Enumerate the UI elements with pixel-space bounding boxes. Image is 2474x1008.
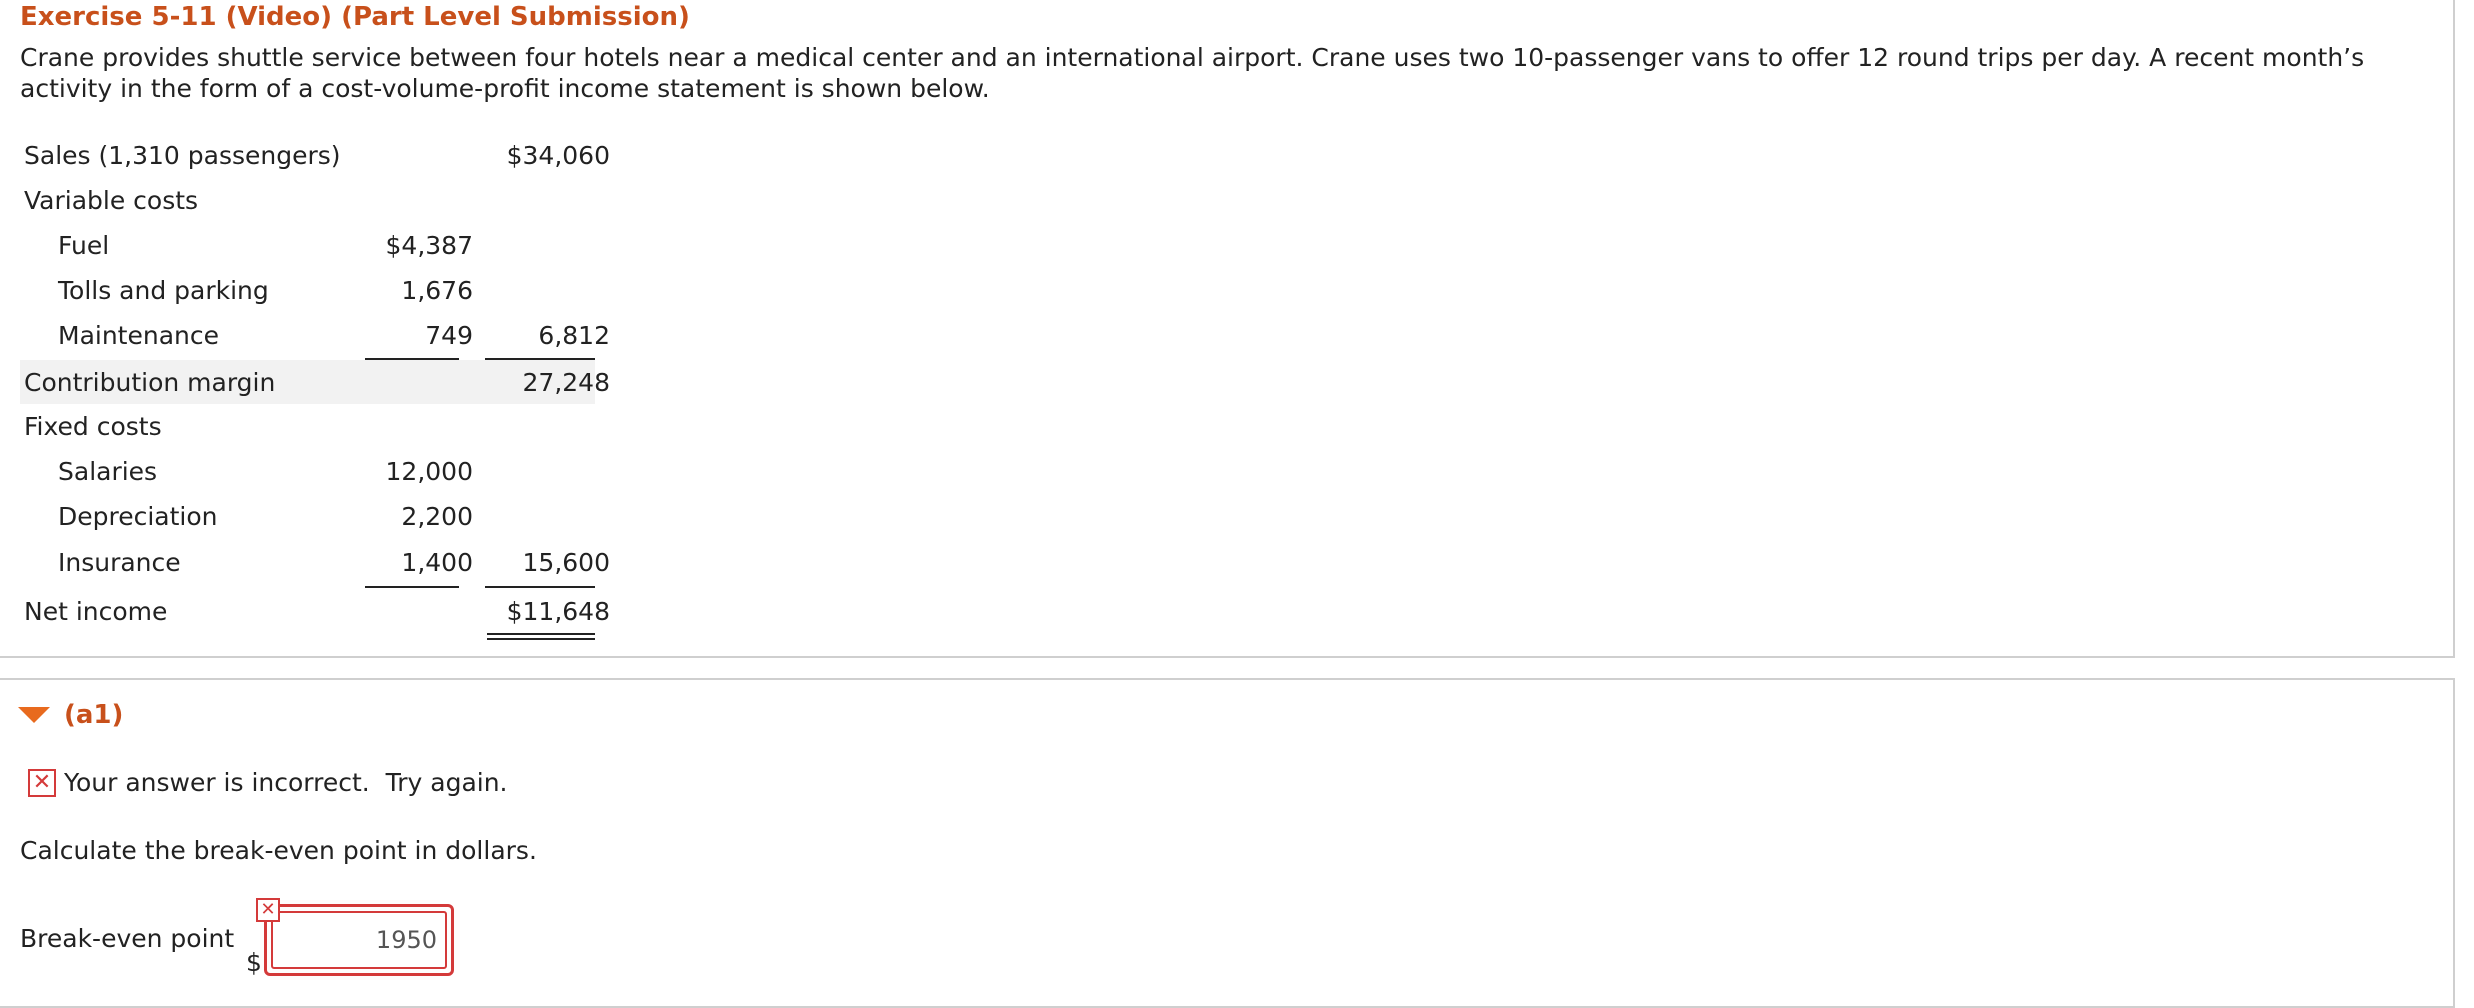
x-icon: ✕ bbox=[28, 768, 56, 797]
row-total: $34,060 bbox=[506, 141, 610, 170]
row-label: Salaries bbox=[58, 457, 158, 486]
statement-row-sales: Sales (1,310 passengers) $34,060 bbox=[20, 133, 610, 177]
row-total: 6,812 bbox=[538, 321, 610, 350]
part-label: (a1) bbox=[64, 700, 124, 730]
total-double-underline bbox=[487, 633, 595, 640]
row-label: Variable costs bbox=[24, 186, 199, 215]
x-icon: ✕ bbox=[256, 898, 280, 922]
break-even-input[interactable] bbox=[273, 913, 445, 967]
statement-row-tolls: Tolls and parking 1,676 bbox=[20, 268, 595, 312]
row-label: Tolls and parking bbox=[58, 276, 269, 305]
answer-feedback: ✕ Your answer is incorrect. Try again. bbox=[28, 768, 508, 797]
statement-row-fixed-costs: Fixed costs bbox=[20, 404, 595, 448]
subtotal-underline bbox=[485, 586, 595, 588]
triangle-down-icon bbox=[18, 707, 50, 723]
row-amount: 12,000 bbox=[385, 457, 473, 486]
statement-row-insurance: Insurance 1,400 15,600 bbox=[20, 540, 610, 584]
subtotal-underline bbox=[365, 586, 459, 588]
currency-symbol: $ bbox=[246, 948, 262, 977]
row-label: Fixed costs bbox=[24, 412, 162, 441]
break-even-input-wrapper bbox=[264, 904, 454, 976]
row-label: Net income bbox=[24, 597, 168, 626]
row-amount: 1,676 bbox=[401, 276, 473, 305]
statement-row-depreciation: Depreciation 2,200 bbox=[20, 494, 595, 538]
statement-row-salaries: Salaries 12,000 bbox=[20, 449, 595, 493]
row-amount: 749 bbox=[425, 321, 473, 350]
row-total: 27,248 bbox=[522, 368, 610, 397]
feedback-text: Your answer is incorrect. Try again. bbox=[64, 768, 508, 797]
row-label: Sales (1,310 passengers) bbox=[24, 141, 341, 170]
row-label: Contribution margin bbox=[24, 368, 276, 397]
part-a1-toggle[interactable]: (a1) bbox=[18, 700, 123, 730]
row-label: Maintenance bbox=[58, 321, 219, 350]
row-label: Depreciation bbox=[58, 502, 218, 531]
statement-row-variable-costs: Variable costs bbox=[20, 178, 595, 222]
question-text: Calculate the break-even point in dollar… bbox=[20, 836, 537, 865]
exercise-title: Exercise 5-11 (Video) (Part Level Submis… bbox=[20, 2, 690, 32]
row-label: Insurance bbox=[58, 548, 181, 577]
break-even-input-frame bbox=[271, 911, 447, 969]
statement-row-fuel: Fuel $4,387 bbox=[20, 223, 595, 267]
statement-row-net-income: Net income $11,648 bbox=[20, 589, 610, 633]
problem-description: Crane provides shuttle service between f… bbox=[20, 43, 2365, 103]
break-even-label: Break-even point bbox=[20, 924, 235, 953]
row-total: 15,600 bbox=[522, 548, 610, 577]
statement-row-maintenance: Maintenance 749 6,812 bbox=[20, 313, 610, 357]
row-amount: 1,400 bbox=[401, 548, 473, 577]
row-label: Fuel bbox=[58, 231, 110, 260]
statement-row-contribution-margin: Contribution margin 27,248 bbox=[20, 360, 610, 404]
row-amount: 2,200 bbox=[401, 502, 473, 531]
row-total: $11,648 bbox=[506, 597, 610, 626]
row-amount: $4,387 bbox=[385, 231, 473, 260]
